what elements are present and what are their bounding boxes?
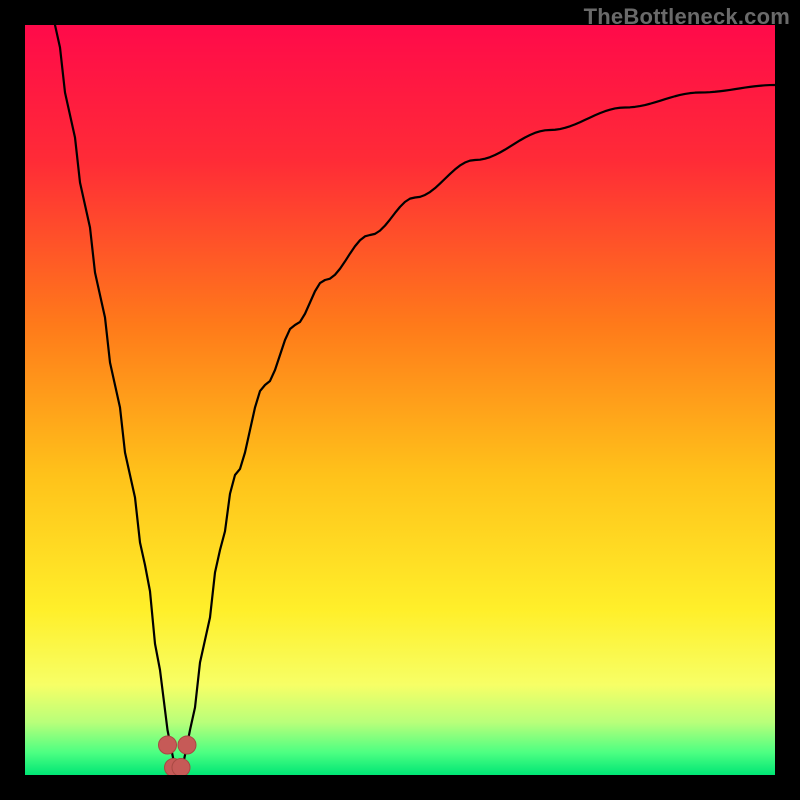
chart-frame: TheBottleneck.com: [0, 0, 800, 800]
plot-area: [25, 25, 775, 775]
min-marker: [178, 736, 196, 754]
chart-svg: [25, 25, 775, 775]
min-marker: [159, 736, 177, 754]
min-marker: [172, 759, 190, 776]
gradient-background: [25, 25, 775, 775]
watermark-text: TheBottleneck.com: [584, 4, 790, 30]
